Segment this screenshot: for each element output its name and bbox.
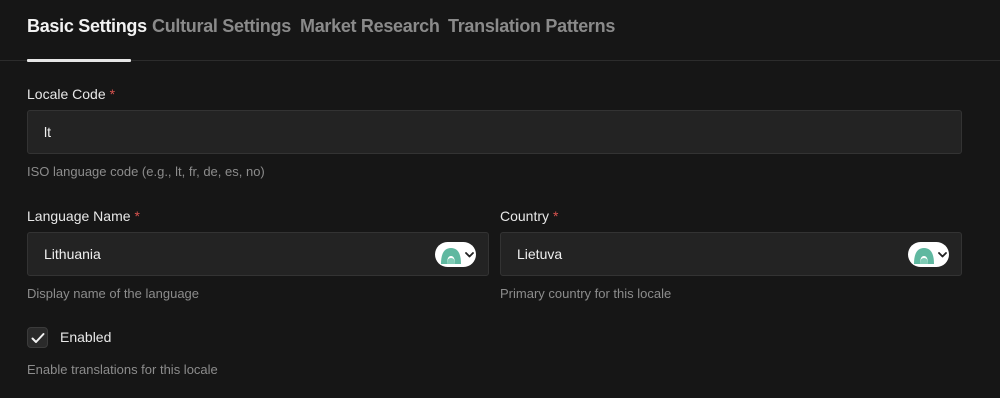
locale-code-label: Locale Code * [27, 86, 115, 102]
language-name-helper: Display name of the language [27, 286, 200, 301]
locale-code-input[interactable]: lt [27, 110, 962, 154]
country-helper: Primary country for this locale [500, 286, 672, 301]
required-marker: * [134, 208, 140, 224]
enabled-checkbox[interactable] [27, 327, 48, 348]
tab-bar: Basic Settings Cultural Settings Market … [0, 0, 1000, 62]
locale-settings-page: Basic Settings Cultural Settings Market … [0, 0, 1000, 398]
enabled-label[interactable]: Enabled [60, 329, 111, 345]
country-label: Country * [500, 208, 558, 224]
required-marker: * [553, 208, 559, 224]
enabled-helper: Enable translations for this locale [27, 362, 218, 377]
language-name-value: Lithuania [44, 246, 101, 262]
locale-code-helper: ISO language code (e.g., lt, fr, de, es,… [27, 164, 265, 179]
language-name-label: Language Name * [27, 208, 140, 224]
locale-code-label-text: Locale Code [27, 86, 106, 102]
country-assist-button[interactable] [908, 242, 949, 267]
tab-cultural-settings[interactable]: Cultural Settings [152, 16, 291, 61]
language-name-assist-button[interactable] [435, 242, 476, 267]
tab-market-research[interactable]: Market Research [300, 16, 440, 61]
chevron-down-icon [465, 251, 474, 257]
chevron-down-icon [938, 251, 947, 257]
tab-translation-patterns[interactable]: Translation Patterns [448, 16, 615, 61]
country-input[interactable]: Lietuva [500, 232, 962, 276]
language-name-label-text: Language Name [27, 208, 131, 224]
required-marker: * [109, 86, 116, 102]
tab-basic-settings[interactable]: Basic Settings [27, 16, 147, 62]
locale-code-value: lt [44, 124, 51, 140]
country-value: Lietuva [517, 246, 563, 262]
assistant-logo-icon [914, 247, 934, 264]
check-icon [31, 332, 44, 343]
language-name-input[interactable]: Lithuania [27, 232, 489, 276]
assistant-logo-icon [441, 247, 461, 264]
country-label-text: Country [500, 208, 550, 224]
